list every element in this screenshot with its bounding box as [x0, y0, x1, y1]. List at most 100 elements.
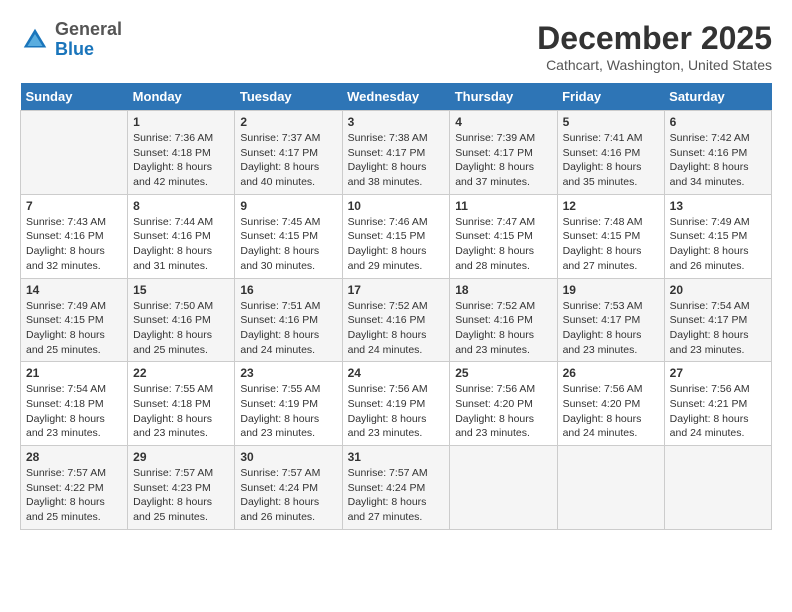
- day-header-tuesday: Tuesday: [235, 83, 342, 111]
- calendar-cell: 13 Sunrise: 7:49 AMSunset: 4:15 PMDayligh…: [664, 194, 771, 278]
- logo-text: General Blue: [55, 20, 122, 60]
- calendar-table: SundayMondayTuesdayWednesdayThursdayFrid…: [20, 83, 772, 530]
- day-info: Sunrise: 7:51 AMSunset: 4:16 PMDaylight:…: [240, 299, 336, 358]
- calendar-cell: 4Sunrise: 7:39 AMSunset: 4:17 PMDaylight…: [450, 111, 557, 195]
- calendar-week-row: 28 Sunrise: 7:57 AMSunset: 4:22 PMDayligh…: [21, 446, 772, 530]
- day-info: Sunrise: 7:42 AMSunset: 4:16 PMDaylight:…: [670, 131, 766, 190]
- logo: General Blue: [20, 20, 122, 60]
- day-number: 1: [133, 115, 229, 129]
- calendar-cell: 30 Sunrise: 7:57 AMSunset: 4:24 PMDayligh…: [235, 446, 342, 530]
- calendar-cell: 8 Sunrise: 7:44 AMSunset: 4:16 PMDaylight…: [128, 194, 235, 278]
- calendar-cell: 6 Sunrise: 7:42 AMSunset: 4:16 PMDaylight…: [664, 111, 771, 195]
- day-header-saturday: Saturday: [664, 83, 771, 111]
- calendar-cell: 19 Sunrise: 7:53 AMSunset: 4:17 PMDayligh…: [557, 278, 664, 362]
- day-number: 27: [670, 366, 766, 380]
- day-info: Sunrise: 7:37 AMSunset: 4:17 PMDaylight:…: [240, 131, 336, 190]
- day-number: 11: [455, 199, 551, 213]
- calendar-cell: 3Sunrise: 7:38 AMSunset: 4:17 PMDaylight…: [342, 111, 450, 195]
- day-header-wednesday: Wednesday: [342, 83, 450, 111]
- calendar-cell: 7Sunrise: 7:43 AMSunset: 4:16 PMDaylight…: [21, 194, 128, 278]
- day-info: Sunrise: 7:49 AMSunset: 4:15 PMDaylight:…: [670, 215, 766, 274]
- title-block: December 2025 Cathcart, Washington, Unit…: [537, 20, 772, 73]
- day-number: 31: [348, 450, 445, 464]
- calendar-cell: 25Sunrise: 7:56 AMSunset: 4:20 PMDayligh…: [450, 362, 557, 446]
- calendar-week-row: 21Sunrise: 7:54 AMSunset: 4:18 PMDayligh…: [21, 362, 772, 446]
- day-info: Sunrise: 7:44 AMSunset: 4:16 PMDaylight:…: [133, 215, 229, 274]
- day-info: Sunrise: 7:50 AMSunset: 4:16 PMDaylight:…: [133, 299, 229, 358]
- calendar-cell: 23 Sunrise: 7:55 AMSunset: 4:19 PMDayligh…: [235, 362, 342, 446]
- day-header-monday: Monday: [128, 83, 235, 111]
- day-number: 23: [240, 366, 336, 380]
- day-number: 19: [563, 283, 659, 297]
- logo-general: General: [55, 20, 122, 40]
- day-info: Sunrise: 7:45 AMSunset: 4:15 PMDaylight:…: [240, 215, 336, 274]
- day-number: 18: [455, 283, 551, 297]
- calendar-cell: 5 Sunrise: 7:41 AMSunset: 4:16 PMDaylight…: [557, 111, 664, 195]
- day-number: 28: [26, 450, 122, 464]
- day-info: Sunrise: 7:55 AMSunset: 4:18 PMDaylight:…: [133, 382, 229, 441]
- day-info: Sunrise: 7:57 AMSunset: 4:22 PMDaylight:…: [26, 466, 122, 525]
- calendar-cell: 12Sunrise: 7:48 AMSunset: 4:15 PMDayligh…: [557, 194, 664, 278]
- calendar-cell: 27 Sunrise: 7:56 AMSunset: 4:21 PMDayligh…: [664, 362, 771, 446]
- calendar-cell: 11Sunrise: 7:47 AMSunset: 4:15 PMDayligh…: [450, 194, 557, 278]
- calendar-cell: 24 Sunrise: 7:56 AMSunset: 4:19 PMDayligh…: [342, 362, 450, 446]
- calendar-cell: [557, 446, 664, 530]
- calendar-week-row: 14Sunrise: 7:49 AMSunset: 4:15 PMDayligh…: [21, 278, 772, 362]
- calendar-cell: 29Sunrise: 7:57 AMSunset: 4:23 PMDayligh…: [128, 446, 235, 530]
- day-header-thursday: Thursday: [450, 83, 557, 111]
- day-number: 30: [240, 450, 336, 464]
- day-number: 17: [348, 283, 445, 297]
- day-number: 6: [670, 115, 766, 129]
- day-header-sunday: Sunday: [21, 83, 128, 111]
- calendar-cell: 1 Sunrise: 7:36 AMSunset: 4:18 PMDaylight…: [128, 111, 235, 195]
- calendar-cell: 10 Sunrise: 7:46 AMSunset: 4:15 PMDayligh…: [342, 194, 450, 278]
- day-header-friday: Friday: [557, 83, 664, 111]
- calendar-cell: [21, 111, 128, 195]
- day-number: 20: [670, 283, 766, 297]
- day-info: Sunrise: 7:53 AMSunset: 4:17 PMDaylight:…: [563, 299, 659, 358]
- day-info: Sunrise: 7:56 AMSunset: 4:20 PMDaylight:…: [455, 382, 551, 441]
- month-title: December 2025: [537, 20, 772, 57]
- calendar-cell: [664, 446, 771, 530]
- day-info: Sunrise: 7:57 AMSunset: 4:24 PMDaylight:…: [348, 466, 445, 525]
- calendar-cell: 31 Sunrise: 7:57 AMSunset: 4:24 PMDayligh…: [342, 446, 450, 530]
- day-number: 7: [26, 199, 122, 213]
- day-info: Sunrise: 7:46 AMSunset: 4:15 PMDaylight:…: [348, 215, 445, 274]
- logo-blue: Blue: [55, 40, 122, 60]
- location: Cathcart, Washington, United States: [537, 57, 772, 73]
- day-info: Sunrise: 7:55 AMSunset: 4:19 PMDaylight:…: [240, 382, 336, 441]
- day-info: Sunrise: 7:54 AMSunset: 4:18 PMDaylight:…: [26, 382, 122, 441]
- day-number: 29: [133, 450, 229, 464]
- calendar-cell: 17Sunrise: 7:52 AMSunset: 4:16 PMDayligh…: [342, 278, 450, 362]
- day-number: 2: [240, 115, 336, 129]
- day-info: Sunrise: 7:36 AMSunset: 4:18 PMDaylight:…: [133, 131, 229, 190]
- calendar-cell: 18Sunrise: 7:52 AMSunset: 4:16 PMDayligh…: [450, 278, 557, 362]
- calendar-cell: 2 Sunrise: 7:37 AMSunset: 4:17 PMDaylight…: [235, 111, 342, 195]
- day-info: Sunrise: 7:56 AMSunset: 4:21 PMDaylight:…: [670, 382, 766, 441]
- day-info: Sunrise: 7:57 AMSunset: 4:24 PMDaylight:…: [240, 466, 336, 525]
- day-number: 5: [563, 115, 659, 129]
- day-info: Sunrise: 7:39 AMSunset: 4:17 PMDaylight:…: [455, 131, 551, 190]
- day-number: 10: [348, 199, 445, 213]
- calendar-cell: [450, 446, 557, 530]
- day-header-row: SundayMondayTuesdayWednesdayThursdayFrid…: [21, 83, 772, 111]
- calendar-cell: 9 Sunrise: 7:45 AMSunset: 4:15 PMDaylight…: [235, 194, 342, 278]
- calendar-cell: 14Sunrise: 7:49 AMSunset: 4:15 PMDayligh…: [21, 278, 128, 362]
- calendar-week-row: 1 Sunrise: 7:36 AMSunset: 4:18 PMDaylight…: [21, 111, 772, 195]
- calendar-cell: 26Sunrise: 7:56 AMSunset: 4:20 PMDayligh…: [557, 362, 664, 446]
- calendar-cell: 20 Sunrise: 7:54 AMSunset: 4:17 PMDayligh…: [664, 278, 771, 362]
- day-info: Sunrise: 7:38 AMSunset: 4:17 PMDaylight:…: [348, 131, 445, 190]
- day-info: Sunrise: 7:56 AMSunset: 4:20 PMDaylight:…: [563, 382, 659, 441]
- day-info: Sunrise: 7:56 AMSunset: 4:19 PMDaylight:…: [348, 382, 445, 441]
- calendar-cell: 22Sunrise: 7:55 AMSunset: 4:18 PMDayligh…: [128, 362, 235, 446]
- logo-icon: [20, 25, 50, 55]
- day-number: 8: [133, 199, 229, 213]
- day-number: 9: [240, 199, 336, 213]
- day-number: 15: [133, 283, 229, 297]
- day-number: 24: [348, 366, 445, 380]
- day-info: Sunrise: 7:54 AMSunset: 4:17 PMDaylight:…: [670, 299, 766, 358]
- day-info: Sunrise: 7:41 AMSunset: 4:16 PMDaylight:…: [563, 131, 659, 190]
- day-number: 14: [26, 283, 122, 297]
- day-number: 13: [670, 199, 766, 213]
- day-number: 16: [240, 283, 336, 297]
